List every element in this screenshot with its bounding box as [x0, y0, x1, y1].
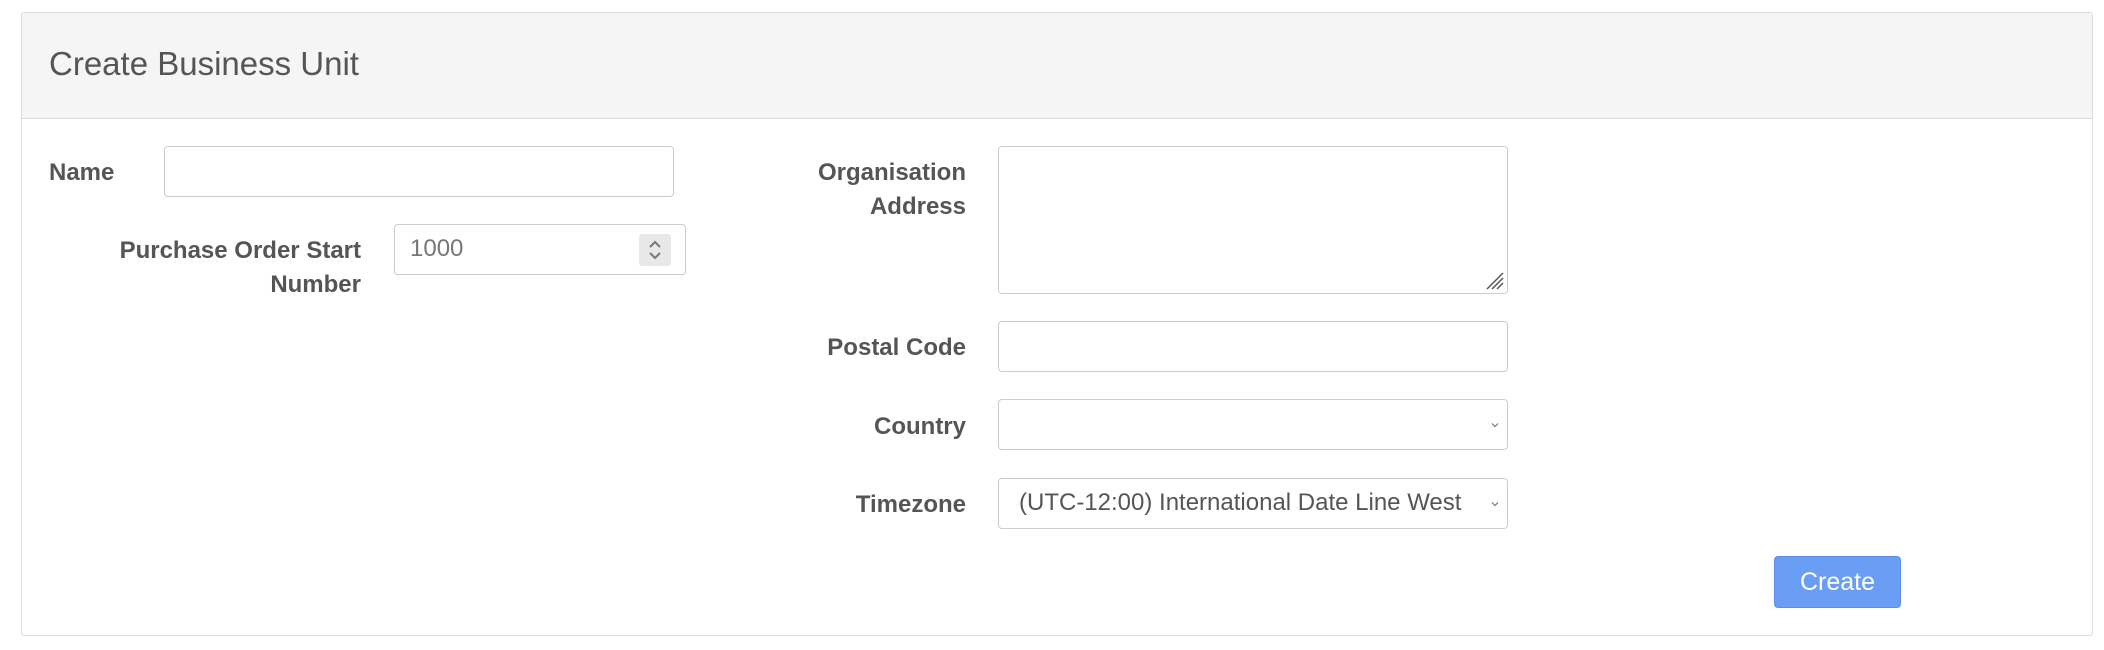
country-select[interactable]	[998, 399, 1508, 450]
purchase-order-start-number-value: 1000	[410, 235, 464, 262]
name-input[interactable]	[164, 146, 674, 197]
page-title: Create Business Unit	[49, 45, 359, 82]
name-label-text: Name	[49, 159, 115, 186]
timezone-label: Timezone	[742, 488, 966, 522]
postal-code-input[interactable]	[998, 321, 1508, 372]
up-down-stepper-icon[interactable]	[639, 234, 671, 266]
country-label: Country	[742, 410, 966, 444]
timezone-select[interactable]: (UTC-12:00) International Date Line West	[998, 478, 1508, 529]
purchase-order-label-line1: Purchase Order Start	[119, 237, 361, 264]
create-business-unit-panel: Create Business Unit Name Purchase Order…	[21, 12, 2093, 636]
name-label: Name	[49, 156, 114, 190]
organisation-address-label: Organisation Address	[742, 156, 966, 224]
organisation-address-label-line1: Organisation	[817, 159, 966, 186]
purchase-order-start-number-input[interactable]: 1000	[394, 224, 686, 275]
purchase-order-label-line2: Number	[270, 271, 361, 298]
panel-header: Create Business Unit	[22, 13, 2092, 119]
purchase-order-start-number-label: Purchase Order Start Number	[67, 234, 361, 302]
postal-code-label-text: Postal Code	[827, 334, 966, 361]
timezone-selected-value: (UTC-12:00) International Date Line West	[1019, 489, 1462, 516]
postal-code-label: Postal Code	[742, 331, 966, 365]
country-label-text: Country	[874, 413, 966, 440]
resize-grip-icon[interactable]	[1481, 267, 1505, 291]
organisation-address-label-line2: Address	[869, 193, 966, 220]
organisation-address-textarea[interactable]	[998, 146, 1508, 294]
create-button[interactable]: Create	[1774, 556, 1901, 608]
chevron-down-icon	[1491, 502, 1499, 507]
chevron-down-icon	[1491, 423, 1499, 428]
timezone-label-text: Timezone	[855, 491, 966, 518]
